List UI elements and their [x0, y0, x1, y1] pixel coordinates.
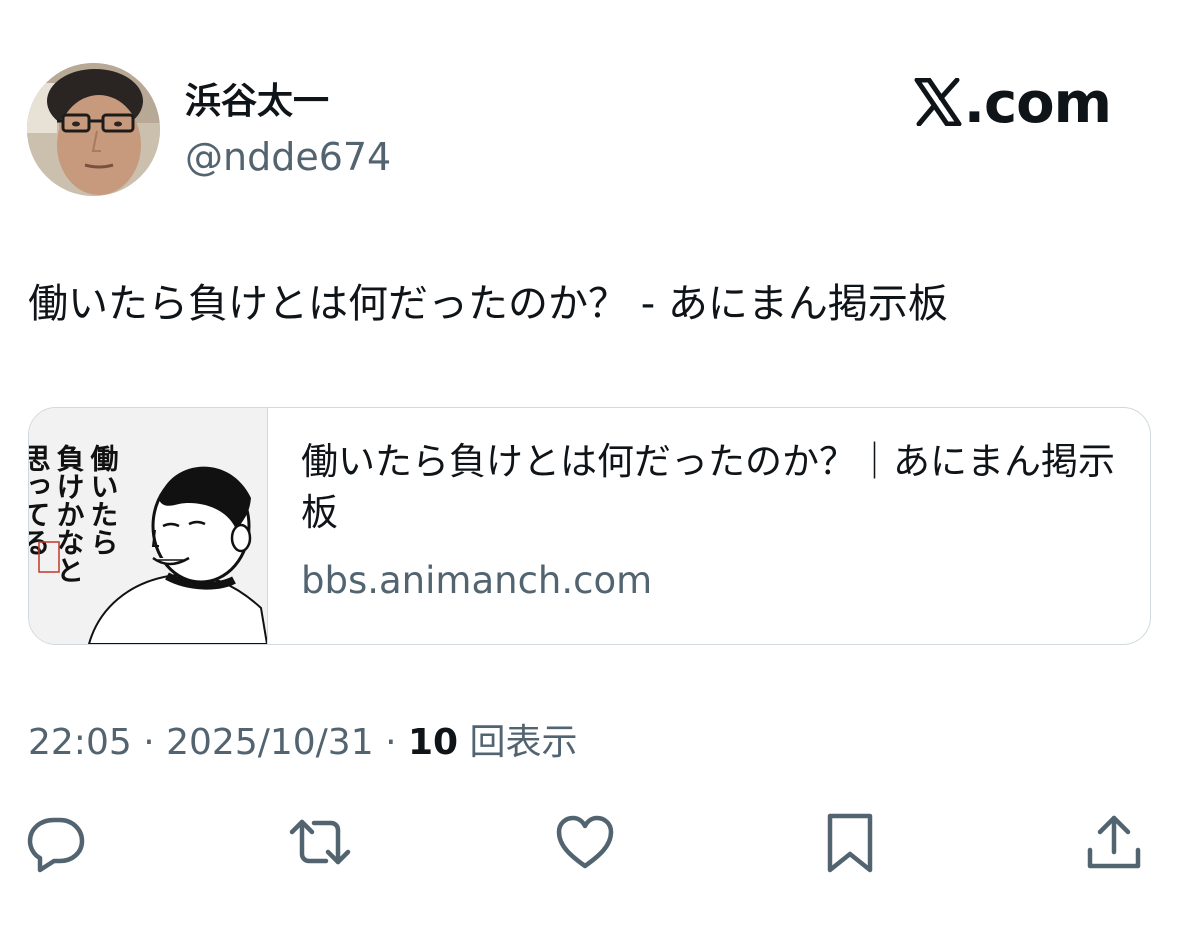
thumbnail-illustration: 思ってる 負けかなと 働いたら [29, 408, 267, 644]
link-card[interactable]: 思ってる 負けかなと 働いたら 働いたら負けとは何だったのか？｜あにまん掲示板 … [28, 407, 1151, 645]
views-count[interactable]: 10 [408, 722, 458, 763]
thumb-text-col-1: 働いたら [87, 444, 120, 556]
tweet-meta: 22:05 · 2025/10/31 · 10 回表示 [28, 720, 578, 766]
brand-suffix: .com [963, 71, 1112, 136]
tweet-header: 浜谷太一 @ndde674 .com [0, 0, 1179, 220]
meta-separator: · [143, 722, 155, 763]
card-title[interactable]: 働いたら負けとは何だったのか？｜あにまん掲示板 [301, 436, 1121, 538]
card-domain[interactable]: bbs.animanch.com [301, 558, 1121, 604]
share-icon [1087, 815, 1141, 869]
thumb-text-col-3: 思ってる [29, 444, 52, 556]
action-bar [0, 810, 1179, 880]
tweet-text: 働いたら負けとは何だったのか？ - あにまん掲示板 [28, 281, 948, 327]
author-name[interactable]: 浜谷太一 [185, 80, 329, 124]
reply-icon [27, 817, 85, 873]
meta-separator-2: · [385, 722, 397, 763]
tweet-time[interactable]: 22:05 [28, 722, 132, 763]
retweet-icon [289, 819, 351, 865]
card-thumbnail: 思ってる 負けかなと 働いたら [29, 408, 268, 644]
avatar-photo [27, 63, 160, 196]
card-body: 働いたら負けとは何だったのか？｜あにまん掲示板 bbs.animanch.com [301, 436, 1121, 604]
retweet-button[interactable] [288, 810, 352, 874]
x-logo-icon [914, 76, 962, 127]
author-handle[interactable]: @ndde674 [185, 134, 391, 180]
thumb-text-col-2: 負けかなと [53, 444, 86, 584]
share-button[interactable] [1082, 810, 1146, 874]
brand-logo: .com [914, 71, 1112, 136]
bookmark-icon [827, 813, 873, 873]
tweet-date[interactable]: 2025/10/31 [166, 722, 374, 763]
avatar[interactable] [27, 63, 160, 196]
bookmark-button[interactable] [818, 810, 882, 874]
like-button[interactable] [553, 810, 617, 874]
reply-button[interactable] [24, 810, 88, 874]
heart-icon [556, 815, 614, 869]
views-label[interactable]: 回表示 [470, 722, 578, 763]
